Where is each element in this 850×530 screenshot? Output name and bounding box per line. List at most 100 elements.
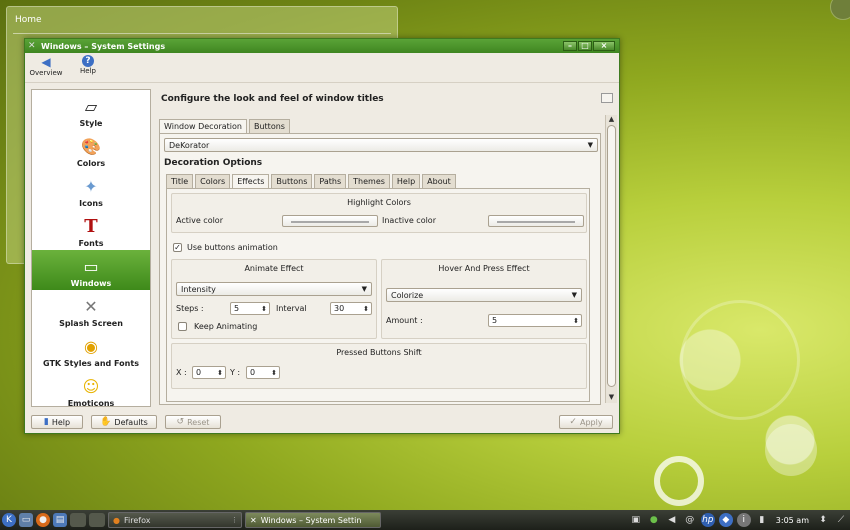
inner-tabs: Title Colors Effects Buttons Paths Theme…: [166, 174, 456, 188]
scroll-up-icon[interactable]: ▲: [606, 115, 617, 125]
apply-button-label: Apply: [579, 417, 603, 427]
wallpaper-bubble: [765, 424, 817, 476]
animate-effect-group: Animate Effect Intensity ▼ Steps : 5 ⬍ I…: [171, 259, 377, 339]
spin-arrows-icon: ⬍: [271, 368, 277, 377]
hover-effect-value: Colorize: [391, 290, 424, 300]
shift-y-spinbox[interactable]: 0 ⬍: [246, 366, 280, 379]
lock-icon[interactable]: ⬍: [816, 513, 830, 527]
clock[interactable]: 3:05 am: [776, 516, 809, 525]
sidebar-item-label: Style: [79, 119, 103, 128]
task-system-settings[interactable]: ✕ Windows – System Settin: [245, 512, 381, 528]
tab-inner-buttons[interactable]: Buttons: [271, 174, 313, 188]
sidebar-item-label: GTK Styles and Fonts: [43, 359, 139, 368]
colors-icon: 🎨: [81, 136, 101, 156]
minimize-button[interactable]: –: [563, 41, 577, 51]
help-menu-label: Help: [80, 67, 96, 75]
use-buttons-animation-checkbox[interactable]: ✓: [173, 243, 182, 252]
apply-button[interactable]: ✓ Apply: [559, 415, 613, 429]
info-icon[interactable]: i: [736, 513, 751, 527]
task-handle-icon: ⋮: [231, 516, 238, 524]
help-menu-button[interactable]: ? Help: [71, 55, 105, 75]
reset-button[interactable]: ↺ Reset: [165, 415, 221, 429]
settings-task-icon: ✕: [250, 515, 257, 525]
spin-arrows-icon: ⬍: [217, 368, 223, 377]
defaults-icon: ✋: [100, 417, 112, 427]
tab-window-decoration[interactable]: Window Decoration: [159, 119, 247, 133]
active-color-button[interactable]: [282, 215, 378, 227]
file-manager-icon[interactable]: ▤: [53, 513, 67, 527]
keep-animating-checkbox[interactable]: [178, 322, 187, 331]
interval-value: 30: [334, 304, 345, 313]
device-notifier-icon[interactable]: @: [683, 513, 697, 527]
sidebar-item-icons[interactable]: ✦ Icons: [32, 170, 150, 210]
tab-effects[interactable]: Effects: [232, 174, 270, 188]
scrollbar-thumb[interactable]: [607, 125, 616, 387]
sidebar-item-splash-screen[interactable]: ✕ Splash Screen: [32, 290, 150, 330]
decoration-select[interactable]: DeKorator ▼: [164, 138, 598, 152]
inactive-color-label: Inactive color: [382, 216, 436, 225]
apply-check-icon: ✓: [569, 417, 577, 427]
tab-themes[interactable]: Themes: [348, 174, 390, 188]
inactive-color-swatch: [497, 221, 575, 223]
sidebar-item-label: Fonts: [78, 239, 104, 248]
windows-icon: ▭: [83, 256, 99, 276]
steps-spinbox[interactable]: 5 ⬍: [230, 302, 270, 315]
battery-icon[interactable]: ▮: [755, 513, 769, 527]
decoration-panel: DeKorator ▼ Decoration Options Title Col…: [159, 133, 601, 405]
kickoff-menu-icon[interactable]: K: [2, 513, 16, 527]
tab-colors[interactable]: Colors: [195, 174, 231, 188]
volume-icon[interactable]: ◀: [665, 513, 679, 527]
sidebar-item-label: Splash Screen: [59, 319, 123, 328]
overview-button[interactable]: ◀ Overview: [29, 55, 63, 77]
sidebar-item-label: Emoticons: [67, 399, 115, 407]
whats-this-icon[interactable]: [601, 93, 613, 103]
clipboard-icon[interactable]: ▣: [629, 513, 643, 527]
background-window-title: Home: [15, 15, 42, 25]
highlight-colors-group: Highlight Colors Active color Inactive c…: [171, 193, 587, 233]
sidebar-item-emoticons[interactable]: ☺ Emoticons: [32, 370, 150, 407]
interval-spinbox[interactable]: 30 ⬍: [330, 302, 372, 315]
shift-x-spinbox[interactable]: 0 ⬍: [192, 366, 226, 379]
gtk-icon: ◉: [84, 336, 98, 356]
animate-effect-select[interactable]: Intensity ▼: [176, 282, 372, 296]
network-icon[interactable]: ●: [647, 513, 661, 527]
tab-help[interactable]: Help: [391, 174, 421, 188]
firefox-launcher-icon[interactable]: ●: [36, 513, 50, 527]
defaults-button-label: Defaults: [114, 417, 148, 427]
tab-paths[interactable]: Paths: [314, 174, 347, 188]
amount-value: 5: [492, 316, 498, 325]
decoration-select-value: DeKorator: [169, 140, 210, 150]
active-color-label: Active color: [176, 216, 223, 225]
inactive-color-button[interactable]: [488, 215, 584, 227]
tab-about[interactable]: About: [422, 174, 456, 188]
show-desktop-icon[interactable]: ▭: [19, 513, 33, 527]
window-titlebar[interactable]: ✕ Windows – System Settings – □ ×: [25, 39, 619, 53]
sidebar-item-colors[interactable]: 🎨 Colors: [32, 130, 150, 170]
sidebar-item-fonts[interactable]: T Fonts: [32, 210, 150, 250]
pager-desktop-1-icon[interactable]: [70, 513, 86, 527]
sidebar-item-style[interactable]: ▱ Style: [32, 90, 150, 130]
amount-spinbox[interactable]: 5 ⬍: [488, 314, 582, 327]
hover-effect-select[interactable]: Colorize ▼: [386, 288, 582, 302]
maximize-button[interactable]: □: [578, 41, 592, 51]
help-button[interactable]: ▮ Help: [31, 415, 83, 429]
pager-desktop-2-icon[interactable]: [89, 513, 105, 527]
defaults-button[interactable]: ✋ Defaults: [91, 415, 157, 429]
content-scrollbar[interactable]: ▲ ▼: [605, 115, 617, 403]
tab-title[interactable]: Title: [166, 174, 194, 188]
help-icon: ?: [82, 55, 94, 67]
updates-icon[interactable]: ◆: [718, 513, 733, 527]
close-button[interactable]: ×: [593, 41, 615, 51]
effects-panel: Highlight Colors Active color Inactive c…: [166, 188, 590, 402]
system-settings-window[interactable]: ✕ Windows – System Settings – □ × ◀ Over…: [24, 38, 620, 434]
task-firefox[interactable]: ● Firefox ⋮: [108, 512, 242, 528]
desktop-corner-button[interactable]: [830, 0, 850, 20]
hp-icon[interactable]: hp: [700, 513, 715, 527]
spin-arrows-icon: ⬍: [363, 304, 369, 313]
sidebar-item-windows[interactable]: ▭ Windows: [32, 250, 150, 290]
reset-icon: ↺: [176, 417, 185, 427]
sidebar-item-gtk[interactable]: ◉ GTK Styles and Fonts: [32, 330, 150, 370]
tab-buttons[interactable]: Buttons: [248, 119, 290, 133]
cashew-icon[interactable]: ⟋: [834, 513, 848, 527]
scroll-down-icon[interactable]: ▼: [606, 393, 617, 403]
